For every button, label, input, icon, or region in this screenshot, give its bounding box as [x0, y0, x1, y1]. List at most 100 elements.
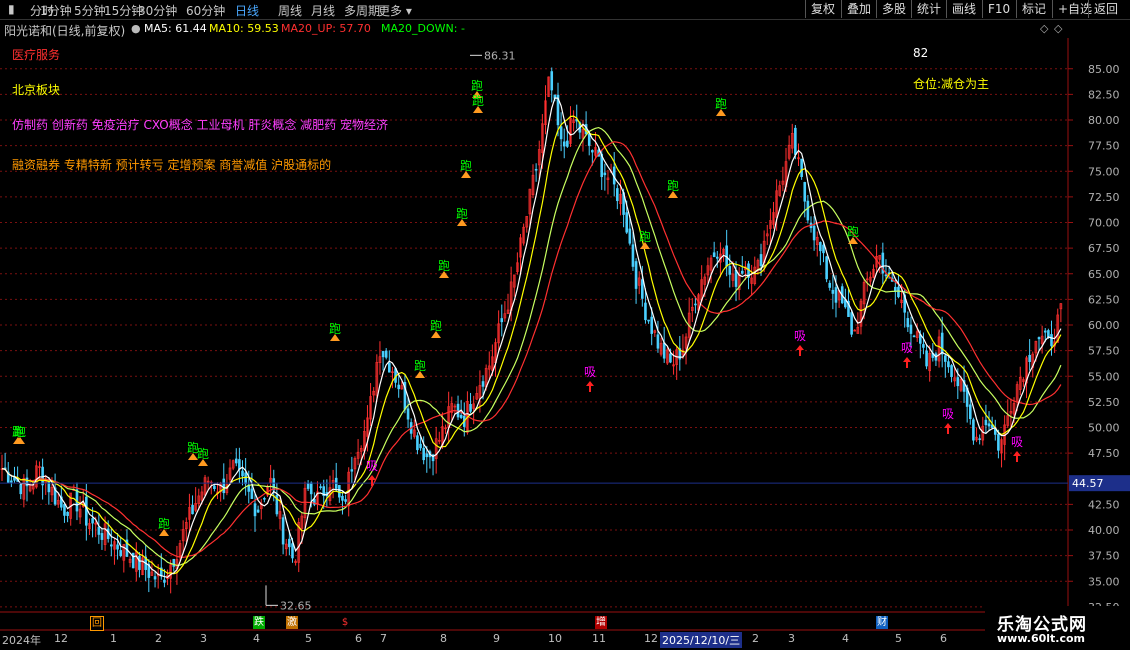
candle-body: [85, 496, 88, 526]
candle-body: [625, 212, 629, 233]
date-axis-label: 5: [895, 632, 902, 645]
candle-body: [234, 458, 238, 464]
period-tab[interactable]: 更多 ▾: [378, 2, 412, 19]
event-mark[interactable]: 激: [286, 616, 298, 629]
candle-body: [950, 365, 953, 377]
buy-arrow-icon: [796, 345, 804, 356]
candle-body: [794, 127, 797, 155]
run-signal-label: 跑: [430, 319, 442, 333]
price-tick-label: 70.00: [1088, 217, 1120, 230]
candle-body: [263, 498, 266, 500]
price-tick-label: 80.00: [1088, 114, 1120, 127]
period-tab[interactable]: 月线: [311, 2, 335, 19]
event-mark[interactable]: 财: [876, 616, 888, 629]
period-tab[interactable]: 5分钟: [74, 2, 106, 19]
candle-body: [634, 261, 638, 289]
date-axis-label: 5: [305, 632, 312, 645]
candle-body: [241, 470, 244, 477]
candle-body: [944, 355, 947, 362]
date-axis-label: 10: [548, 632, 562, 645]
candle-body: [500, 318, 504, 323]
buy-arrow-icon: [1013, 451, 1021, 462]
candle-body: [425, 453, 429, 458]
candle-body: [822, 244, 825, 254]
date-axis-label: 7: [380, 632, 387, 645]
period-tab[interactable]: 1分钟: [40, 2, 72, 19]
candle-body: [566, 140, 569, 147]
toolbar-button[interactable]: 叠加: [841, 0, 876, 18]
diamond-icon[interactable]: ◇: [1040, 22, 1048, 35]
event-mark[interactable]: $: [339, 616, 351, 629]
candle-body: [628, 228, 632, 244]
max-price-label: 86.31: [484, 49, 516, 62]
menu-icon[interactable]: ▮: [8, 2, 15, 16]
board-label[interactable]: 北京板块: [12, 81, 60, 98]
candle-body: [338, 485, 341, 498]
score-value: 82: [913, 46, 929, 60]
concepts-label[interactable]: 仿制药 创新药 免疫治疗 CXO概念 工业母机 肝炎概念 减肥药 宠物经济: [12, 116, 388, 133]
candle-body: [459, 414, 463, 418]
candlestick-chart[interactable]: 85.00 82.50 80.00 77.50 75.00 72.50 70.00 67.50…: [0, 0, 1130, 650]
candle-body: [119, 550, 122, 557]
candle-body: [191, 504, 194, 515]
toolbar-button[interactable]: 复权: [805, 0, 840, 18]
candle-body: [309, 482, 313, 495]
event-mark[interactable]: 增: [595, 616, 607, 629]
candle-body: [244, 472, 247, 485]
run-signal-label: 跑: [460, 159, 472, 173]
candle-body: [481, 381, 485, 387]
toolbar-button[interactable]: 标记: [1016, 0, 1051, 18]
candle-body: [163, 579, 166, 583]
period-tab[interactable]: 60分钟: [186, 2, 225, 19]
price-tick-label: 65.00: [1088, 268, 1120, 281]
candle-body: [997, 433, 1000, 451]
candle-body: [100, 533, 104, 540]
toolbar-button[interactable]: 画线: [946, 0, 981, 18]
buy-arrow-icon: [944, 423, 952, 434]
position-advice: 仓位:减仓为主: [913, 77, 990, 91]
candle-body: [562, 141, 566, 147]
candle-body: [319, 486, 322, 488]
settings-icon[interactable]: ●: [131, 22, 141, 35]
candle-body: [897, 286, 900, 298]
date-axis: [0, 630, 1130, 650]
candle-body: [66, 511, 69, 516]
event-mark[interactable]: 跌: [253, 616, 265, 629]
buy-signal-label: 吸: [794, 329, 806, 343]
buy-signal-label: 吸: [901, 341, 913, 355]
event-mark[interactable]: 回: [90, 616, 104, 631]
toolbar-button[interactable]: 统计: [911, 0, 946, 18]
candle-body: [669, 353, 672, 363]
date-axis-label: 2: [155, 632, 162, 645]
candle-body: [469, 403, 472, 412]
candle-body: [1043, 330, 1047, 333]
tags-label[interactable]: 融资融券 专精特新 预计转亏 定增预案 商誉减值 沪股通标的: [12, 156, 331, 173]
toolbar-button[interactable]: 多股: [876, 0, 911, 18]
run-signal-label: 跑: [414, 359, 426, 373]
ma5-value: MA5: 61.44: [144, 22, 207, 35]
candle-body: [831, 289, 835, 294]
candle-body: [63, 504, 66, 516]
period-tab[interactable]: 多周期: [344, 2, 380, 19]
run-signal-label: 跑: [471, 79, 483, 93]
zoom-icon[interactable]: ◇: [1054, 22, 1062, 35]
period-tab[interactable]: 30分钟: [138, 2, 177, 19]
period-tab[interactable]: 周线: [278, 2, 302, 19]
period-toolbar: 分时 1分钟 5分钟 15分钟 30分钟 60分钟 日线 周线 月线 多周期 更多 ▾ ▮ 复权 叠加 多股…: [0, 0, 1130, 20]
date-axis-label[interactable]: 2025/12/10/三: [660, 632, 743, 648]
period-tab[interactable]: 日线: [235, 2, 259, 19]
toolbar-button[interactable]: 返回: [1088, 0, 1123, 18]
buy-signal-label: 吸: [942, 407, 954, 421]
price-tick-label: 42.50: [1088, 498, 1120, 511]
price-tick-label: 67.50: [1088, 242, 1120, 255]
candle-body: [834, 287, 838, 303]
candle-body: [253, 503, 257, 517]
price-tick-label: 60.00: [1088, 319, 1120, 332]
buy-signal-label: 吸: [584, 365, 596, 379]
candle-body: [291, 543, 294, 559]
candle-body: [647, 319, 650, 322]
toolbar-button[interactable]: F10: [982, 0, 1015, 18]
ma20-down-value: MA20_DOWN: -: [381, 22, 465, 35]
industry-label[interactable]: 医疗服务: [12, 46, 60, 63]
stock-title[interactable]: 阳光诺和(日线,前复权): [4, 22, 125, 39]
